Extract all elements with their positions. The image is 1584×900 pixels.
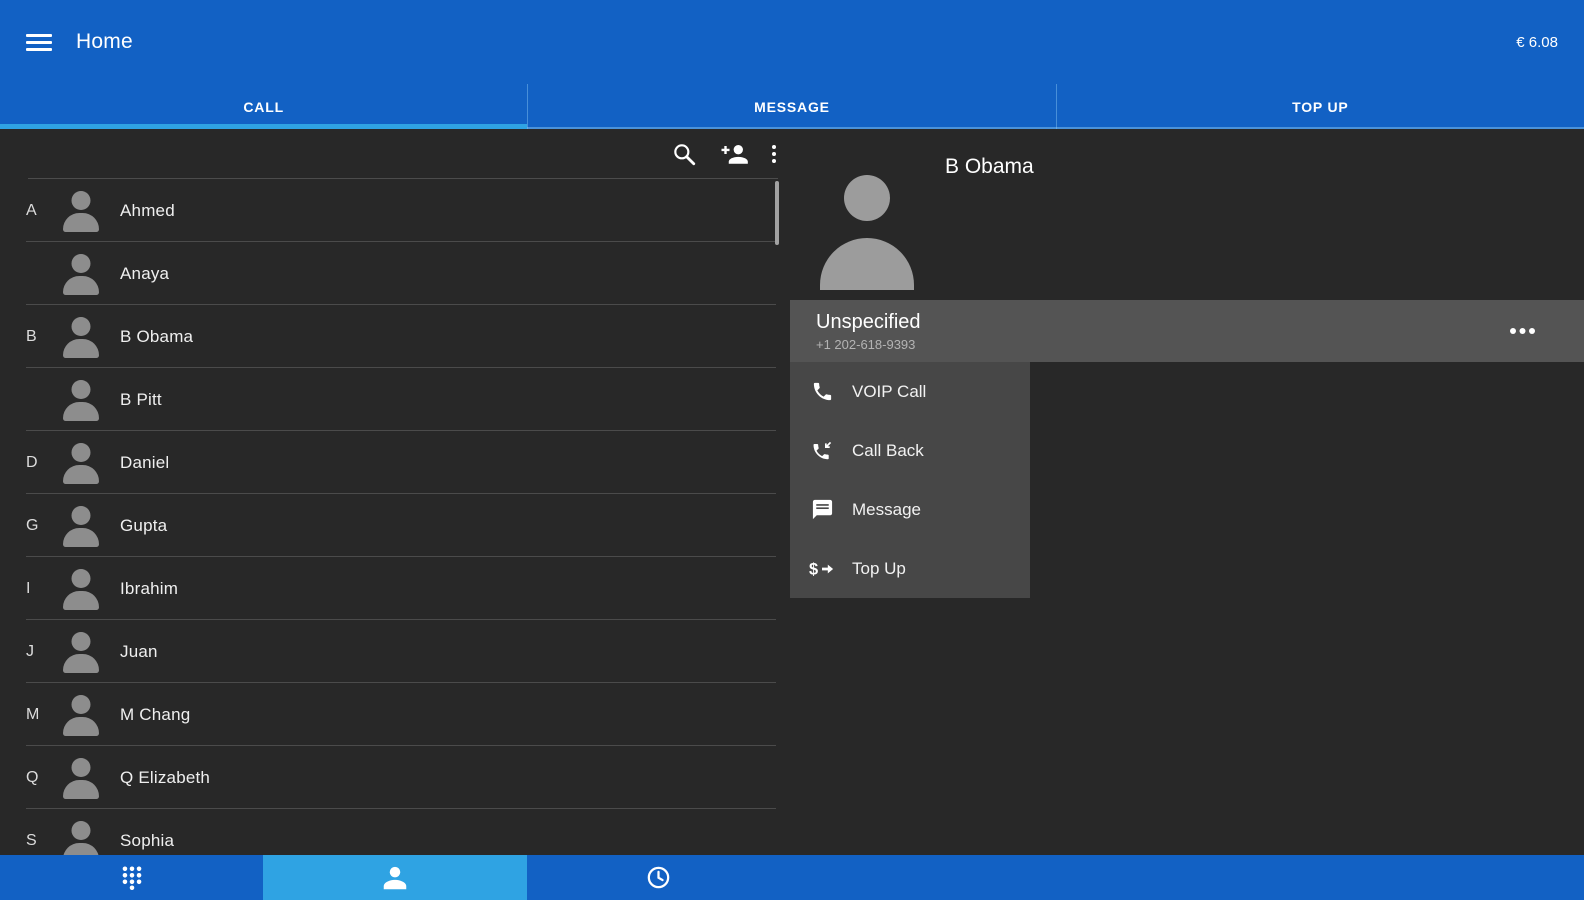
- contact-list: A Ahmed Anaya B B Obama B Pitt: [0, 179, 790, 855]
- contact-row[interactable]: Q Q Elizabeth: [0, 746, 790, 809]
- contact-avatar: [60, 757, 102, 799]
- contact-name: M Chang: [120, 705, 190, 725]
- ellipsis-icon[interactable]: [1510, 328, 1536, 334]
- number-type-label: Unspecified: [816, 311, 1584, 334]
- scrollbar-thumb[interactable]: [775, 181, 779, 245]
- contact-name: Gupta: [120, 516, 167, 536]
- contact-name: Sophia: [120, 831, 174, 851]
- index-letter: J: [26, 643, 60, 661]
- action-label: Message: [852, 500, 921, 520]
- phone-number-row[interactable]: Unspecified +1 202-618-9393: [790, 300, 1584, 362]
- contact-name: B Pitt: [120, 390, 162, 410]
- contact-avatar-large: [820, 175, 914, 290]
- contact-row[interactable]: J Juan: [0, 620, 790, 683]
- contact-name: Daniel: [120, 453, 169, 473]
- tab-bar: CALL MESSAGE TOP UP: [0, 84, 1584, 129]
- contact-name: Ahmed: [120, 201, 175, 221]
- history-icon[interactable]: [527, 855, 790, 900]
- index-letter: M: [26, 706, 60, 724]
- contact-row[interactable]: D Daniel: [0, 431, 790, 494]
- contact-row[interactable]: A Ahmed: [0, 179, 790, 242]
- contacts-toolbar: [0, 129, 790, 179]
- contact-row[interactable]: M M Chang: [0, 683, 790, 746]
- message-action[interactable]: Message: [790, 480, 1030, 539]
- vertical-dots-glyph: [772, 145, 776, 163]
- contact-avatar: [60, 820, 102, 856]
- call-action-menu: VOIP Call Call Back Message $: [790, 362, 1030, 598]
- balance-amount: € 6.08: [1516, 34, 1558, 51]
- search-icon[interactable]: [671, 141, 697, 167]
- action-label: Call Back: [852, 441, 924, 461]
- tab-message[interactable]: MESSAGE: [527, 84, 1055, 129]
- tab-message-label: MESSAGE: [754, 99, 830, 115]
- top-up-action[interactable]: $ Top Up: [790, 539, 1030, 598]
- bottom-nav: [0, 855, 1584, 900]
- phone-number: +1 202-618-9393: [816, 337, 1584, 352]
- contact-row[interactable]: I Ibrahim: [0, 557, 790, 620]
- action-label: VOIP Call: [852, 382, 926, 402]
- message-icon: [808, 498, 836, 521]
- contact-row[interactable]: B Pitt: [0, 368, 790, 431]
- contact-avatar: [60, 505, 102, 547]
- contact-name: B Obama: [120, 327, 193, 347]
- contact-name: Juan: [120, 642, 158, 662]
- index-letter: I: [26, 580, 60, 598]
- overflow-menu-icon[interactable]: [772, 145, 776, 163]
- index-letter: A: [26, 202, 60, 220]
- call-back-icon: [808, 439, 836, 462]
- index-letter: Q: [26, 769, 60, 787]
- bottom-nav-tabs: [0, 855, 790, 900]
- dialpad-icon[interactable]: [0, 855, 263, 900]
- contact-avatar: [60, 379, 102, 421]
- contact-detail-pane: B Obama Unspecified +1 202-618-9393 VOIP…: [790, 129, 1584, 855]
- voip-call-icon: [808, 380, 836, 403]
- contact-name: Anaya: [120, 264, 169, 284]
- svg-text:$: $: [809, 560, 818, 578]
- contact-name: Ibrahim: [120, 579, 178, 599]
- voip-call-action[interactable]: VOIP Call: [790, 362, 1030, 421]
- index-letter: B: [26, 328, 60, 346]
- contact-avatar: [60, 316, 102, 358]
- content: A Ahmed Anaya B B Obama B Pitt: [0, 129, 1584, 855]
- tab-topup[interactable]: TOP UP: [1056, 84, 1584, 129]
- contact-name: Q Elizabeth: [120, 768, 210, 788]
- contact-avatar: [60, 568, 102, 610]
- index-letter: D: [26, 454, 60, 472]
- contact-avatar: [60, 694, 102, 736]
- index-letter: S: [26, 832, 60, 850]
- contact-row[interactable]: S Sophia: [0, 809, 790, 855]
- top-up-icon: $: [808, 557, 836, 581]
- tab-call[interactable]: CALL: [0, 84, 527, 129]
- page-title: Home: [76, 30, 133, 54]
- hamburger-menu-icon[interactable]: [26, 34, 52, 51]
- contact-avatar: [60, 631, 102, 673]
- contact-avatar: [60, 442, 102, 484]
- index-letter: G: [26, 517, 60, 535]
- tab-topup-label: TOP UP: [1292, 99, 1348, 115]
- app-screen: Home € 6.08 CALL MESSAGE TOP UP: [0, 0, 1584, 900]
- contact-avatar: [60, 253, 102, 295]
- app-bar: Home € 6.08: [0, 0, 1584, 84]
- action-label: Top Up: [852, 559, 906, 579]
- tab-call-label: CALL: [243, 99, 284, 115]
- contact-detail-name: B Obama: [945, 155, 1034, 179]
- contact-row[interactable]: G Gupta: [0, 494, 790, 557]
- contacts-pane: A Ahmed Anaya B B Obama B Pitt: [0, 129, 790, 855]
- contact-avatar: [60, 190, 102, 232]
- contacts-icon[interactable]: [263, 855, 526, 900]
- contact-row[interactable]: B B Obama: [0, 305, 790, 368]
- add-contact-icon[interactable]: [719, 141, 750, 167]
- contact-row[interactable]: Anaya: [0, 242, 790, 305]
- call-back-action[interactable]: Call Back: [790, 421, 1030, 480]
